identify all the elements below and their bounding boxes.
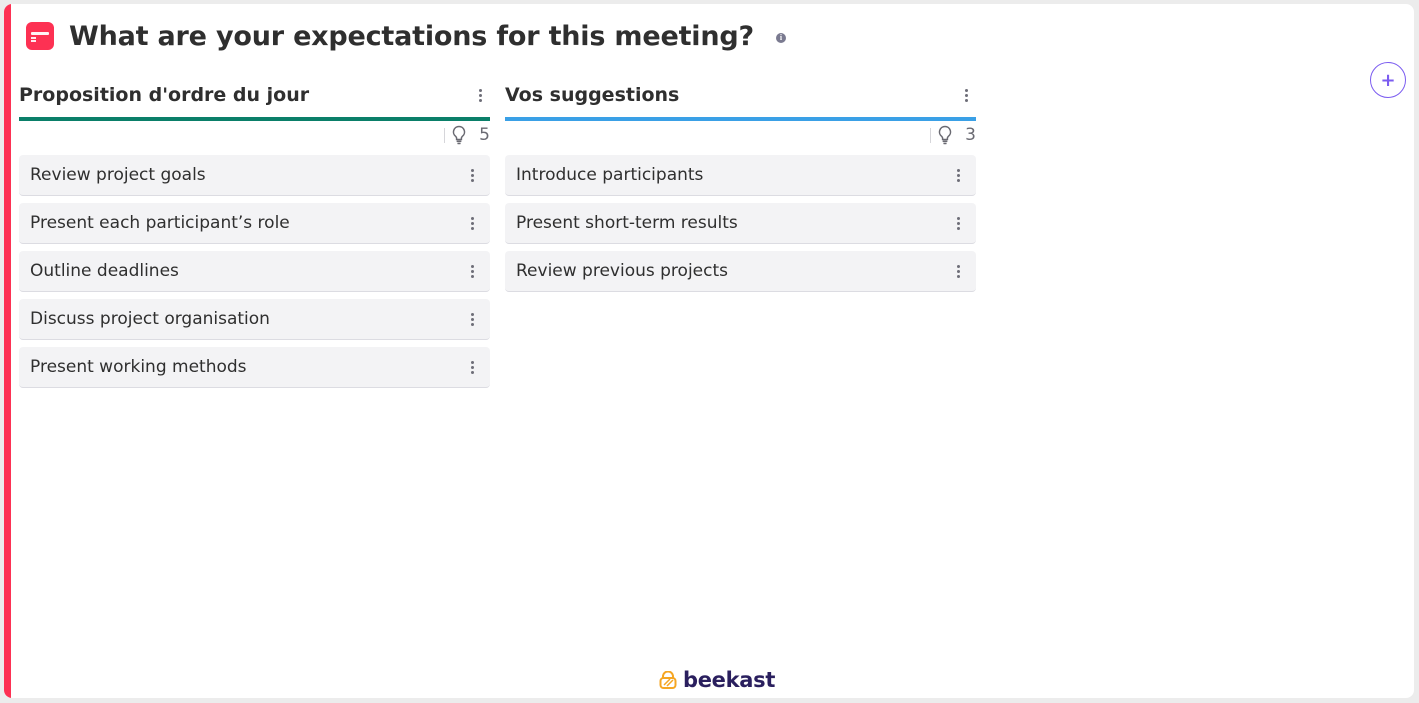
beekast-logo-icon — [659, 671, 677, 689]
column-header: Vos suggestions — [505, 74, 976, 116]
card-text: Present each participant’s role — [30, 213, 290, 233]
column-header: Proposition d'ordre du jour — [19, 74, 490, 116]
lightbulb-icon — [938, 125, 952, 145]
card[interactable]: Present short-term results — [505, 203, 976, 244]
accent-bar — [4, 4, 11, 698]
card[interactable]: Outline deadlines — [19, 251, 490, 292]
card-menu-icon[interactable] — [948, 211, 968, 235]
card-menu-icon[interactable] — [948, 259, 968, 283]
column-title: Proposition d'ordre du jour — [19, 84, 310, 106]
column-proposition: Proposition d'ordre du jour 5 Review pro… — [19, 74, 490, 395]
card[interactable]: Review previous projects — [505, 251, 976, 292]
card[interactable]: Introduce participants — [505, 155, 976, 196]
card-menu-icon[interactable] — [462, 259, 482, 283]
wall-app-icon — [26, 22, 54, 50]
card-list: Introduce participants Present short-ter… — [505, 155, 976, 292]
card-menu-icon[interactable] — [462, 211, 482, 235]
card-text: Present working methods — [30, 357, 247, 377]
divider — [444, 127, 446, 143]
card[interactable]: Present each participant’s role — [19, 203, 490, 244]
card-text: Review previous projects — [516, 261, 729, 281]
card[interactable]: Present working methods — [19, 347, 490, 388]
column-menu-icon[interactable] — [470, 83, 490, 107]
brand-name: beekast — [683, 668, 776, 692]
divider — [930, 127, 932, 143]
idea-count-value: 5 — [479, 125, 490, 145]
idea-count: 3 — [505, 121, 976, 149]
card-text: Outline deadlines — [30, 261, 179, 281]
info-icon[interactable]: i — [775, 33, 786, 43]
add-column-button[interactable]: + — [1370, 62, 1406, 98]
card[interactable]: Review project goals — [19, 155, 490, 196]
idea-count: 5 — [19, 121, 490, 149]
card[interactable]: Discuss project organisation — [19, 299, 490, 340]
card-menu-icon[interactable] — [462, 355, 482, 379]
card-text: Present short-term results — [516, 213, 738, 233]
page-title: What are your expectations for this meet… — [69, 20, 754, 52]
card-list: Review project goals Present each partic… — [19, 155, 490, 388]
column-menu-icon[interactable] — [956, 83, 976, 107]
lightbulb-icon — [452, 125, 466, 145]
card-menu-icon[interactable] — [462, 307, 482, 331]
column-suggestions: Vos suggestions 3 Introduce participants… — [505, 74, 976, 299]
idea-count-value: 3 — [965, 125, 976, 145]
card-menu-icon[interactable] — [948, 163, 968, 187]
plus-icon: + — [1380, 69, 1396, 91]
card-text: Discuss project organisation — [30, 309, 270, 329]
card-text: Introduce participants — [516, 165, 704, 185]
card-text: Review project goals — [30, 165, 206, 185]
beekast-logo: beekast — [659, 668, 775, 692]
header: What are your expectations for this meet… — [26, 16, 786, 56]
card-menu-icon[interactable] — [462, 163, 482, 187]
column-title: Vos suggestions — [505, 84, 680, 106]
wall-panel: What are your expectations for this meet… — [4, 4, 1414, 698]
